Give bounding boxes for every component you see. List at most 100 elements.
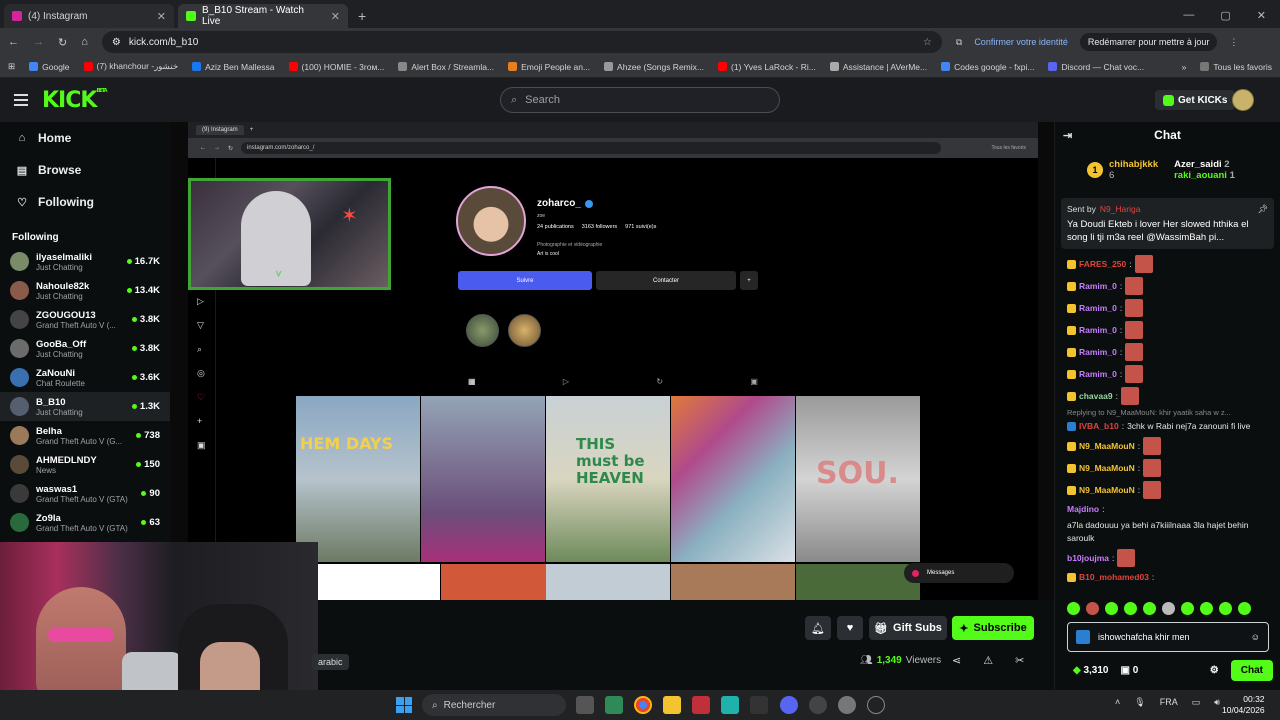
search-input[interactable]: ⌕ Search	[500, 87, 780, 113]
start-icon[interactable]	[396, 697, 412, 713]
chat-input[interactable]: ishowchafcha khir men ☺	[1067, 622, 1269, 652]
sidebar-item-channel[interactable]: Nahoule82k Just Chatting 13.4K	[0, 276, 170, 305]
chat-username[interactable]: Ramim_0	[1079, 346, 1117, 359]
discord-icon[interactable]	[780, 696, 798, 714]
minimize-icon[interactable]: —	[1183, 9, 1194, 22]
all-bookmarks[interactable]: Tous les favoris	[1200, 62, 1272, 72]
bookmark-item[interactable]: Alert Box / Streamla...	[398, 62, 494, 72]
sidebar-item-channel[interactable]: ilyaselmaliki Just Chatting 16.7K	[0, 247, 170, 276]
settings-icon[interactable]: ⚙	[1210, 665, 1219, 676]
restart-button[interactable]: Redémarrer pour mettre à jour	[1079, 33, 1218, 51]
pin-icon[interactable]: 📌︎	[1257, 203, 1268, 216]
apps-icon[interactable]: ⊞	[8, 61, 15, 72]
explorer-icon[interactable]	[663, 696, 681, 714]
task-view-icon[interactable]	[576, 696, 594, 714]
emoji-icon[interactable]: ☺	[1251, 632, 1260, 642]
emote-icon[interactable]	[1124, 602, 1137, 615]
nav-browse[interactable]: ▤ Browse	[0, 154, 170, 186]
sidebar-item-channel[interactable]: B_B10 Just Chatting 1.3K	[0, 392, 170, 421]
close-icon[interactable]: ✕	[157, 10, 166, 23]
chat-username[interactable]: chavaa9	[1079, 390, 1113, 403]
emote-icon[interactable]	[1181, 602, 1194, 615]
emote-icon[interactable]	[1105, 602, 1118, 615]
get-kicks-button[interactable]: Get KICKs	[1155, 90, 1236, 110]
nav-home[interactable]: ⌂ Home	[0, 122, 170, 154]
sidebar-item-channel[interactable]: ZGOUGOU13 Grand Theft Auto V (... 3.8K	[0, 305, 170, 334]
sidebar-item-channel[interactable]: Belha Grand Theft Auto V (G... 738	[0, 421, 170, 450]
forward-icon[interactable]: →	[33, 36, 44, 48]
bookmark-item[interactable]: (1) Yves LaRock - Ri...	[717, 62, 816, 72]
site-info-icon[interactable]: ⚙	[112, 37, 121, 48]
bookmark-item[interactable]: (7) khanchour -خنشور	[83, 61, 178, 72]
pinned-message[interactable]: Sent by N9_Hariga 📌︎ Ya Doudi Ekteb i love…	[1061, 198, 1274, 249]
sidebar-item-channel[interactable]: ZaNouNi Chat Roulette 3.6K	[0, 363, 170, 392]
menu-icon[interactable]: ⋮	[1229, 37, 1238, 48]
gift-subs-button[interactable]: 🎁︎ Gift Subs	[869, 616, 947, 640]
notifications-button[interactable]: 🔔︎	[805, 616, 831, 640]
avatar[interactable]	[1232, 89, 1254, 111]
bookmark-item[interactable]: Google	[29, 62, 70, 72]
maximize-icon[interactable]: ▢	[1220, 9, 1230, 22]
language-tag[interactable]: arabic	[312, 654, 349, 670]
bookmark-item[interactable]: Codes google - fxpi...	[941, 62, 1034, 72]
bookmark-item[interactable]: Discord — Chat voc...	[1048, 62, 1144, 72]
bookmark-item[interactable]: Assistance | AVerMe...	[829, 62, 927, 72]
chat-username[interactable]: Ramim_0	[1079, 302, 1117, 315]
tab-kick[interactable]: B_B10 Stream - Watch Live ✕	[178, 4, 348, 28]
video-player[interactable]: (9) Instagram + ← → ↻ instagram.com/zoharc…	[170, 122, 1054, 600]
reload-icon[interactable]: ↻	[58, 36, 67, 49]
app-icon[interactable]	[809, 696, 827, 714]
volume-icon[interactable]: 🔊︎	[1214, 697, 1220, 708]
chat-username[interactable]: N9_MaaMouN	[1079, 462, 1135, 475]
sidebar-item-channel[interactable]: GooBa_Off Just Chatting 3.8K	[0, 334, 170, 363]
close-window-icon[interactable]: ✕	[1257, 9, 1266, 22]
follow-heart-button[interactable]: ♥	[837, 616, 863, 640]
bookmark-item[interactable]: Aziz Ben Mallessa	[192, 62, 275, 72]
identity-button[interactable]: Confirmer votre identité	[974, 37, 1068, 47]
emote-icon[interactable]	[1086, 602, 1099, 615]
extensions-icon[interactable]: ⧉	[956, 37, 962, 48]
share-icon[interactable]: ⋖	[952, 654, 961, 667]
tab-instagram[interactable]: (4) Instagram ✕	[4, 4, 174, 28]
emote-icon[interactable]	[1143, 602, 1156, 615]
bookmark-item[interactable]: Emoji People an...	[508, 62, 590, 72]
new-tab-button[interactable]: +	[348, 8, 376, 28]
emote-icon[interactable]	[1219, 602, 1232, 615]
chat-username[interactable]: Ramim_0	[1079, 324, 1117, 337]
app-icon[interactable]	[867, 696, 885, 714]
bookmark-star-icon[interactable]: ☆	[923, 37, 932, 48]
app-icon[interactable]	[605, 696, 623, 714]
emote-icon[interactable]	[1238, 602, 1251, 615]
address-bar[interactable]: ⚙ kick.com/b_b10 ☆	[101, 31, 942, 53]
nav-following[interactable]: ♡ Following	[0, 186, 170, 218]
back-icon[interactable]: ←	[8, 36, 19, 48]
clock[interactable]: 00:32 10/04/2026	[1222, 694, 1265, 716]
subscribe-button[interactable]: ✦ Subscribe	[952, 616, 1034, 640]
more-bookmarks-icon[interactable]: »	[1182, 62, 1187, 72]
emote-icon[interactable]	[1067, 602, 1080, 615]
send-chat-button[interactable]: Chat	[1230, 660, 1273, 681]
chrome-icon[interactable]	[634, 696, 652, 714]
chevron-up-icon[interactable]: ˄	[1115, 697, 1120, 708]
mic-icon[interactable]: 🎙︎	[1134, 697, 1145, 708]
app-icon[interactable]	[721, 696, 739, 714]
chat-username[interactable]: N9_MaaMouN	[1079, 484, 1135, 497]
clip-icon[interactable]: ✂	[1015, 654, 1024, 667]
emote-icon[interactable]	[1200, 602, 1213, 615]
app-icon[interactable]	[692, 696, 710, 714]
chat-username[interactable]: FARES_250	[1079, 258, 1126, 271]
settings-icon[interactable]	[838, 696, 856, 714]
sidebar-item-channel[interactable]: AHMEDLNDY News 150	[0, 450, 170, 479]
home-icon[interactable]: ⌂	[81, 36, 88, 48]
chat-username[interactable]: Ramim_0	[1079, 280, 1117, 293]
emote-icon[interactable]	[1162, 602, 1175, 615]
bookmark-item[interactable]: (100) HOMIE - 3roм...	[288, 62, 384, 72]
language-indicator[interactable]: FRA	[1160, 697, 1178, 708]
chat-username[interactable]: Ramim_0	[1079, 368, 1117, 381]
kick-logo[interactable]: KICKBETA	[42, 88, 108, 113]
report-icon[interactable]: ⚠	[983, 654, 993, 667]
sidebar-item-channel[interactable]: Zo9la Grand Theft Auto V (GTA) 63	[0, 508, 170, 537]
collapse-chat-icon[interactable]: ⇥	[1063, 129, 1072, 142]
close-icon[interactable]: ✕	[331, 10, 340, 23]
chat-username[interactable]: N9_MaaMouN	[1079, 440, 1135, 453]
